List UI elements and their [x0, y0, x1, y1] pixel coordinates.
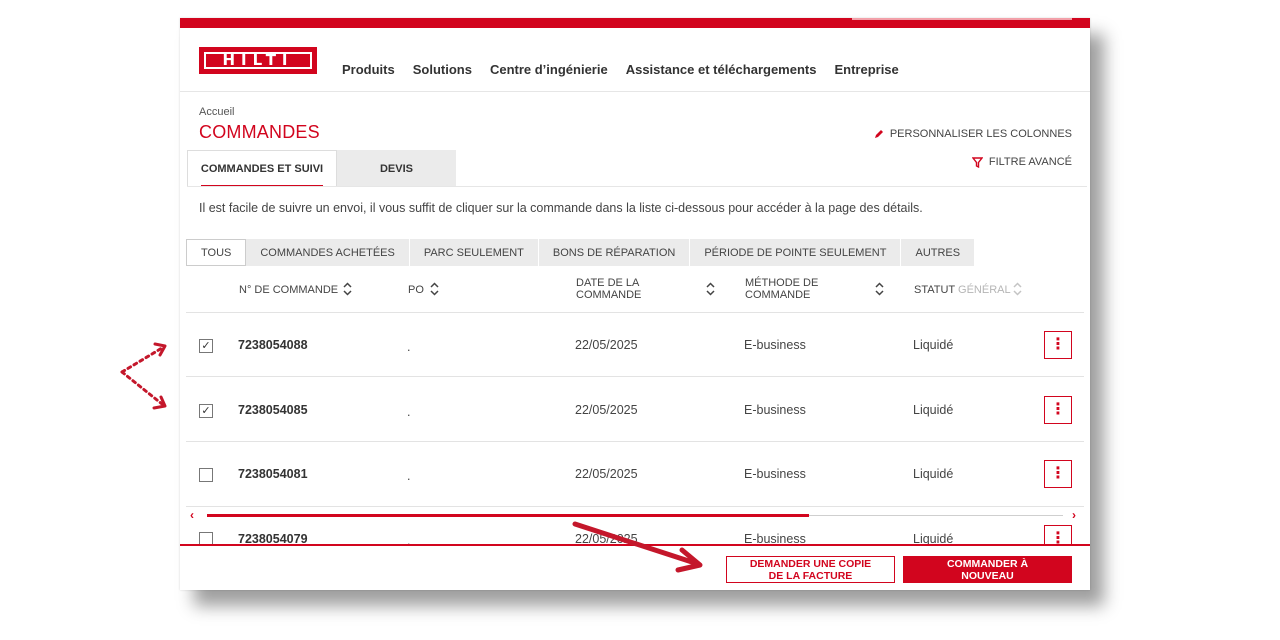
app-window: HILTI Produits Solutions Centre d’ingéni…: [180, 18, 1090, 590]
dotted-arrows-annotation-icon: [120, 342, 167, 410]
top-bar-accent-line: [852, 18, 1072, 20]
row-actions-kebab-icon[interactable]: ⋮: [1044, 396, 1072, 424]
reorder-line2: NOUVEAU: [961, 569, 1014, 582]
order-status: Liquidé: [913, 403, 954, 417]
filter-icon: [971, 156, 983, 168]
po-value: .: [407, 340, 411, 354]
row-actions-kebab-icon[interactable]: ⋮: [1044, 460, 1072, 488]
sort-order-date-icon[interactable]: [706, 282, 715, 299]
nav-item-company[interactable]: Entreprise: [834, 62, 898, 77]
reorder-button[interactable]: COMMANDER À NOUVEAU: [903, 556, 1072, 583]
tabs-divider: [187, 186, 1087, 187]
main-tabs: COMMANDES ET SUIVI DEVIS: [187, 150, 456, 187]
filter-peak-period-only[interactable]: PÉRIODE DE POINTE SEULEMENT: [690, 239, 902, 266]
order-status: Liquidé: [913, 467, 954, 481]
table-row[interactable]: ✓ 7238054088 . 22/05/2025 E-business Liq…: [186, 313, 1084, 377]
row-checkbox[interactable]: ✓: [199, 339, 213, 353]
col-header-order-date[interactable]: DATE DE LA COMMANDE: [576, 277, 641, 301]
nav-item-produits[interactable]: Produits: [342, 62, 395, 77]
request-invoice-copy-label: DEMANDER UNE COPIE DE LA FACTURE: [750, 558, 871, 582]
table-row[interactable]: ✓ 7238054085 . 22/05/2025 E-business Liq…: [186, 378, 1084, 442]
site-header: HILTI Produits Solutions Centre d’ingéni…: [180, 28, 1090, 92]
scroll-right-arrow-icon[interactable]: ›: [1072, 508, 1076, 522]
request-invoice-copy-button[interactable]: DEMANDER UNE COPIE DE LA FACTURE: [726, 556, 895, 583]
order-filter-tabs: TOUS COMMANDES ACHETÉES PARC SEULEMENT B…: [186, 239, 976, 266]
row-checkbox[interactable]: ✓: [199, 404, 213, 418]
nav-item-engineering-center[interactable]: Centre d’ingénierie: [490, 62, 608, 77]
logo-text: HILTI: [204, 52, 312, 69]
col-header-order-method-line2: COMMANDE: [745, 289, 811, 301]
reorder-label: COMMANDER À NOUVEAU: [947, 558, 1028, 582]
sort-order-number-icon[interactable]: [343, 282, 352, 299]
nav-item-support-downloads[interactable]: Assistance et téléchargements: [626, 62, 817, 77]
personalize-columns-link[interactable]: PERSONNALISER LES COLONNES: [874, 128, 1072, 140]
action-footer: DEMANDER UNE COPIE DE LA FACTURE COMMAND…: [180, 544, 1090, 590]
filter-purchased-orders[interactable]: COMMANDES ACHETÉES: [246, 239, 410, 266]
sort-order-method-icon[interactable]: [875, 282, 884, 299]
row-actions-kebab-icon[interactable]: ⋮: [1044, 331, 1072, 359]
advanced-filter-link[interactable]: FILTRE AVANCÉ: [971, 156, 1072, 168]
po-value: .: [407, 405, 411, 419]
filter-others[interactable]: AUTRES: [901, 239, 976, 266]
horizontal-scrollbar-thumb[interactable]: [207, 514, 809, 517]
request-invoice-copy-line1: DEMANDER UNE COPIE: [749, 557, 872, 570]
col-header-order-number[interactable]: N° DE COMMANDE: [239, 284, 338, 296]
scroll-left-arrow-icon[interactable]: ‹: [190, 508, 194, 522]
order-number[interactable]: 7238054088: [238, 338, 308, 352]
advanced-filter-label: FILTRE AVANCÉ: [988, 156, 1072, 168]
tab-orders-tracking[interactable]: COMMANDES ET SUIVI: [187, 150, 337, 187]
col-header-general-status[interactable]: STATUT GÉNÉRAL: [914, 284, 1011, 296]
filter-all[interactable]: TOUS: [186, 239, 247, 266]
reorder-line1: COMMANDER À: [946, 557, 1029, 570]
col-header-order-date-line1: DATE DE LA: [576, 277, 640, 289]
order-method: E-business: [744, 467, 806, 481]
col-header-general-word: GÉNÉRAL: [958, 284, 1011, 296]
po-value: .: [407, 469, 411, 483]
tab-quotes[interactable]: DEVIS: [337, 150, 456, 187]
personalize-columns-label: PERSONNALISER LES COLONNES: [889, 128, 1072, 140]
order-date: 22/05/2025: [575, 467, 638, 481]
order-number[interactable]: 7238054081: [238, 467, 308, 481]
order-method: E-business: [744, 403, 806, 417]
col-header-status-word: STATUT: [914, 284, 955, 296]
col-header-order-method[interactable]: MÉTHODE DE COMMANDE: [745, 277, 818, 301]
order-date: 22/05/2025: [575, 403, 638, 417]
filter-repair-orders[interactable]: BONS DE RÉPARATION: [538, 239, 691, 266]
pencil-icon: [874, 130, 883, 138]
nav-item-solutions[interactable]: Solutions: [413, 62, 472, 77]
col-header-order-method-line1: MÉTHODE DE: [745, 277, 819, 289]
sort-general-status-icon[interactable]: [1013, 282, 1022, 299]
info-text: Il est facile de suivre un envoi, il vou…: [199, 201, 923, 215]
breadcrumb[interactable]: Accueil: [199, 106, 234, 118]
order-number[interactable]: 7238054085: [238, 403, 308, 417]
order-status: Liquidé: [913, 338, 954, 352]
hilti-logo[interactable]: HILTI: [199, 47, 317, 74]
col-header-po[interactable]: PO: [408, 284, 424, 296]
checkmark-icon: ✓: [201, 339, 211, 352]
table-row[interactable]: 7238054081 . 22/05/2025 E-business Liqui…: [186, 443, 1084, 507]
row-checkbox[interactable]: [199, 468, 213, 482]
order-method: E-business: [744, 338, 806, 352]
sort-po-icon[interactable]: [430, 282, 439, 299]
checkmark-icon: ✓: [201, 404, 211, 417]
col-header-order-date-line2: COMMANDE: [576, 289, 642, 301]
main-nav: Produits Solutions Centre d’ingénierie A…: [342, 62, 899, 77]
request-invoice-copy-line2: DE LA FACTURE: [768, 569, 853, 582]
order-date: 22/05/2025: [575, 338, 638, 352]
filter-fleet-only[interactable]: PARC SEULEMENT: [409, 239, 539, 266]
page-title: COMMANDES: [199, 122, 320, 142]
